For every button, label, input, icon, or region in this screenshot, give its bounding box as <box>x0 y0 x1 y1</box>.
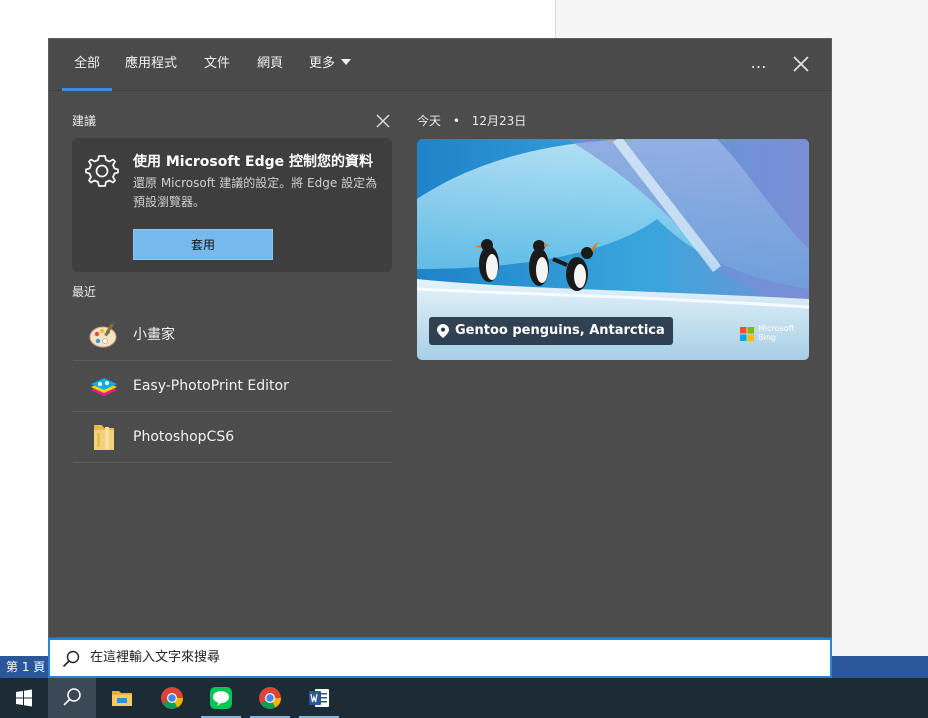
bing-brand-text: Microsoft Bing <box>758 324 794 342</box>
search-panel: 全部 應用程式 文件 網頁 更多 … 建議 使用 Microsoft Edge … <box>48 38 832 638</box>
apply-button[interactable]: 套用 <box>133 229 273 260</box>
paint-palette-icon <box>89 320 117 348</box>
microsoft-logo-icon <box>740 327 754 341</box>
start-icon <box>16 689 32 707</box>
tab-label: 更多 <box>309 56 336 71</box>
tab-documents[interactable]: 文件 <box>192 39 242 91</box>
recent-item-label: 小畫家 <box>133 327 175 343</box>
chrome-icon <box>259 687 281 709</box>
today-label: 今天 <box>417 114 442 128</box>
line-icon <box>210 687 232 709</box>
recent-item-label: PhotoshopCS6 <box>133 429 235 445</box>
search-icon <box>62 650 80 668</box>
taskbar-line[interactable] <box>197 678 245 718</box>
gear-icon <box>85 155 119 187</box>
start-button[interactable] <box>0 678 48 718</box>
tab-label: 全部 <box>74 56 101 71</box>
tab-web[interactable]: 網頁 <box>245 39 295 91</box>
close-panel-button[interactable] <box>789 51 813 77</box>
search-tabs: 全部 應用程式 文件 網頁 更多 … <box>49 39 831 91</box>
microsoft-bing-logo: Microsoft Bing <box>740 324 800 344</box>
taskbar-chrome-2[interactable] <box>246 678 294 718</box>
recent-item-label: Easy-PhotoPrint Editor <box>133 378 289 394</box>
caret-down-icon <box>341 59 352 65</box>
taskbar-search-button[interactable] <box>48 678 96 718</box>
file-explorer-icon <box>112 691 132 706</box>
recent-item-photoprint[interactable]: Easy-PhotoPrint Editor <box>73 361 392 412</box>
taskbar-file-explorer[interactable] <box>98 678 146 718</box>
search-icon <box>63 688 81 706</box>
taskbar-chrome-1[interactable] <box>148 678 196 718</box>
taskbar <box>0 678 928 718</box>
recent-list: 小畫家 Easy-PhotoPrint Editor PhotoshopCS6 <box>73 310 392 463</box>
taskbar-word[interactable] <box>295 678 343 718</box>
tab-label: 應用程式 <box>125 56 178 71</box>
suggestion-card: 使用 Microsoft Edge 控制您的資料 還原 Microsoft 建議… <box>72 138 392 272</box>
search-input[interactable]: 在這裡輸入文字來搜尋 <box>90 640 220 676</box>
suggestion-description: 還原 Microsoft 建議的設定。將 Edge 設定為預設瀏覽器。 <box>133 176 378 209</box>
page-indicator: 第 1 頁 <box>6 660 46 674</box>
chrome-icon <box>161 687 183 709</box>
photo-caption: Gentoo penguins, Antarctica <box>429 317 673 345</box>
folder-icon <box>94 425 114 450</box>
recent-item-paint[interactable]: 小畫家 <box>73 310 392 361</box>
tab-apps[interactable]: 應用程式 <box>113 39 189 91</box>
tab-more[interactable]: 更多 <box>297 39 363 91</box>
dismiss-suggestion-button[interactable] <box>375 113 391 129</box>
tab-label: 文件 <box>204 56 231 71</box>
caption-text: Gentoo penguins, Antarctica <box>455 323 665 338</box>
location-pin-icon <box>437 324 449 338</box>
close-icon <box>793 56 809 72</box>
close-icon <box>376 114 390 128</box>
word-icon <box>309 689 329 707</box>
brand-line-2: Bing <box>758 333 776 342</box>
brand-line-1: Microsoft <box>758 324 795 333</box>
bing-image-card[interactable]: Gentoo penguins, Antarctica Microsoft Bi… <box>417 139 809 360</box>
recent-section-label: 最近 <box>72 285 97 299</box>
more-options-button[interactable]: … <box>747 51 771 77</box>
today-date-label: 今天 • 12月23日 <box>417 112 526 129</box>
search-box[interactable]: 在這裡輸入文字來搜尋 <box>48 638 832 678</box>
suggestion-title: 使用 Microsoft Edge 控制您的資料 <box>133 154 374 170</box>
tab-all[interactable]: 全部 <box>62 39 113 91</box>
date-separator: • <box>452 114 460 128</box>
tab-label: 網頁 <box>257 56 284 71</box>
suggestion-section-label: 建議 <box>72 114 97 128</box>
today-date: 12月23日 <box>471 114 527 128</box>
recent-item-photoshop[interactable]: PhotoshopCS6 <box>73 412 392 463</box>
photoprint-icon <box>91 378 117 396</box>
